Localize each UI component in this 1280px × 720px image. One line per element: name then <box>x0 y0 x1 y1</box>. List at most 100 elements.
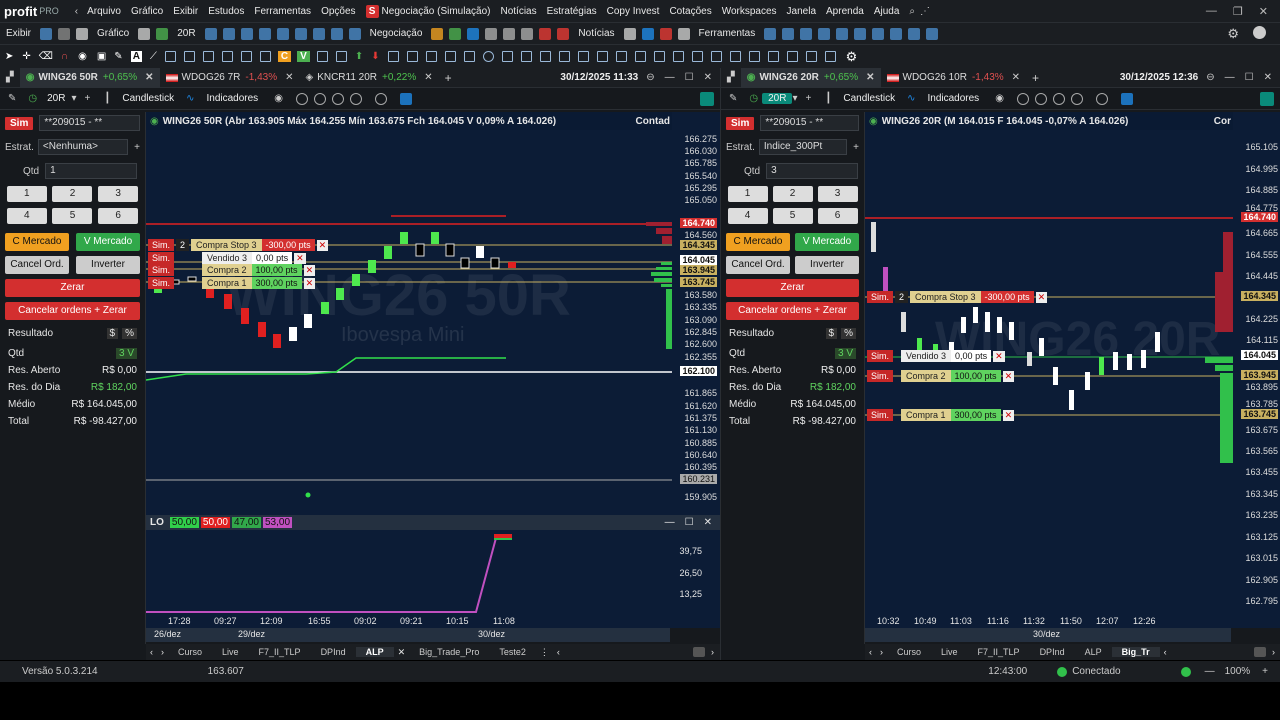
sim-badge[interactable]: Sim <box>726 116 755 130</box>
menu-janela[interactable]: Janela <box>782 6 821 17</box>
menu-ferramentas[interactable]: Ferramentas <box>249 6 316 17</box>
qty-input[interactable]: 3 <box>766 163 859 179</box>
qty-key-4[interactable]: 4 <box>727 208 768 224</box>
close-tab-icon[interactable]: ✕ <box>866 72 874 83</box>
indicators-label[interactable]: Indicadores <box>921 93 985 104</box>
menu-negociacao-simulacao[interactable]: S Negociação (Simulação) <box>361 4 496 18</box>
fib4-icon[interactable] <box>444 51 456 62</box>
account-select[interactable]: **209015 - ** <box>39 115 140 131</box>
panel-menu-icon[interactable]: ⊖ <box>1206 72 1214 83</box>
chart-icon[interactable] <box>138 27 151 40</box>
sell-market-button[interactable]: V Mercado <box>76 233 140 251</box>
order-compra-2[interactable]: Sim. Compra 2 100,00 pts ✕ <box>148 264 316 276</box>
period-chevron-icon[interactable]: ▾ <box>71 93 76 104</box>
menu-ajuda[interactable]: Ajuda <box>869 6 905 17</box>
order-cancel-icon[interactable]: ✕ <box>1035 291 1048 303</box>
order-cancel-icon[interactable]: ✕ <box>303 277 316 289</box>
qty-key-4[interactable]: 4 <box>6 208 47 224</box>
invert-button[interactable]: Inverter <box>76 256 140 274</box>
menu-opcoes[interactable]: Opções <box>316 6 360 17</box>
news-icon[interactable] <box>659 27 672 40</box>
order-cancel-icon[interactable]: ✕ <box>316 239 329 251</box>
bottom-tab-big-trade[interactable]: Big_Tr <box>1111 647 1160 657</box>
pencil-icon[interactable]: ✎ <box>114 51 122 62</box>
tabs-scroll-right-icon[interactable]: › <box>711 647 714 657</box>
table-icon[interactable] <box>521 27 534 40</box>
hlines-icon[interactable] <box>259 51 271 62</box>
chart-type-label[interactable]: Candlestick <box>116 93 180 104</box>
zoom-reset-icon[interactable] <box>331 92 344 105</box>
cycle-icon[interactable] <box>577 51 589 62</box>
panel-close-icon[interactable]: ✕ <box>1264 72 1272 83</box>
history-clock-icon[interactable] <box>1095 92 1108 105</box>
sell-icon[interactable] <box>449 27 462 40</box>
tabs-prev-icon[interactable]: ‹ <box>150 647 153 657</box>
close-tab-icon[interactable]: ✕ <box>285 72 293 83</box>
tabs-more-icon[interactable]: ⋮ <box>540 647 549 658</box>
measure-icon[interactable] <box>596 51 608 62</box>
circle-icon[interactable] <box>482 51 494 62</box>
chart-type-label[interactable]: Candlestick <box>837 93 901 104</box>
negociacao-label[interactable]: Negociação <box>364 28 429 39</box>
tool8-icon[interactable] <box>890 27 903 40</box>
candles-icon[interactable] <box>156 27 169 40</box>
screenshot-icon[interactable] <box>399 92 412 105</box>
bottom-tab-curso[interactable]: Curso <box>887 647 931 657</box>
image-icon[interactable]: ▣ <box>97 51 106 62</box>
close-tab-icon[interactable]: ✕ <box>1012 72 1020 83</box>
zoom-reset-icon[interactable] <box>1052 92 1065 105</box>
order-compra-1[interactable]: Sim. Compra 1 300,00 pts ✕ <box>867 409 1015 421</box>
zoom-in-icon[interactable] <box>204 27 217 40</box>
text-icon[interactable]: A <box>130 51 142 62</box>
order-compra-stop-3[interactable]: Sim. 2 Compra Stop 3 -300,00 pts ✕ <box>148 239 329 251</box>
regression-icon[interactable] <box>615 51 627 62</box>
box-icon[interactable] <box>316 51 328 62</box>
arc-icon[interactable] <box>653 51 665 62</box>
indicators-label[interactable]: Indicadores <box>200 93 264 104</box>
tv-icon[interactable] <box>641 27 654 40</box>
menu-workspaces[interactable]: Workspaces <box>717 6 782 17</box>
trend-icon[interactable] <box>202 51 214 62</box>
right-time-axis[interactable]: 10:32 10:49 11:03 11:16 11:32 11:50 12:0… <box>865 614 1280 628</box>
period-chevron-icon[interactable]: ▾ <box>792 93 797 104</box>
qty-key-3[interactable]: 3 <box>817 186 858 202</box>
screenshot-icon[interactable] <box>1120 92 1133 105</box>
elliott-icon[interactable] <box>748 51 760 62</box>
period-add-icon[interactable]: + <box>85 93 91 104</box>
search-icon[interactable]: ⌕ <box>909 6 915 17</box>
tabs-next-icon[interactable]: › <box>880 647 883 657</box>
order-vendido-3[interactable]: Sim. Vendido 3 0,00 pts ✕ <box>867 350 1005 362</box>
period-add-icon[interactable]: + <box>806 93 812 104</box>
calendar-icon[interactable] <box>677 27 690 40</box>
minimize-icon[interactable]: — <box>1206 5 1217 18</box>
period-select[interactable]: 20R <box>762 93 793 104</box>
ferramentas-label[interactable]: Ferramentas <box>693 28 762 39</box>
tab-wdog26-7r[interactable]: WDOG26 7R -1,43% ✕ <box>160 68 300 88</box>
close-tab-icon[interactable]: ✕ <box>145 72 153 83</box>
bars-icon[interactable] <box>691 51 703 62</box>
qty-key-1[interactable]: 1 <box>727 186 768 202</box>
lo-close-icon[interactable]: ✕ <box>704 517 712 528</box>
panel-menu-icon[interactable]: ⊖ <box>646 72 654 83</box>
share-icon[interactable]: ⋰ <box>920 6 930 17</box>
orders-icon[interactable] <box>467 27 480 40</box>
triangle-icon[interactable] <box>501 51 513 62</box>
panel-min-icon[interactable]: — <box>665 72 675 83</box>
percent-icon[interactable]: % <box>122 328 137 339</box>
tabs-scroll-left-icon[interactable]: ‹ <box>1164 647 1167 657</box>
lo-max-icon[interactable]: ☐ <box>685 517 694 528</box>
qty-key-2[interactable]: 2 <box>52 186 93 202</box>
cancel-all-button[interactable]: Cancelar ordens + Zerar <box>726 302 859 320</box>
eye-icon[interactable]: ◉ <box>78 51 87 62</box>
bottom-tab-f7[interactable]: F7_II_TLP <box>249 647 311 657</box>
edit-icon[interactable]: ✎ <box>729 93 737 104</box>
add-tab-icon[interactable]: + <box>445 71 452 85</box>
candlestick-icon[interactable]: ┃ <box>825 93 831 104</box>
side-panel-icon[interactable] <box>700 91 714 106</box>
arrow-up-icon[interactable]: ⬆ <box>355 51 363 62</box>
visibility-eye-icon[interactable]: ◉ <box>995 93 1004 104</box>
exibir-label[interactable]: Exibir <box>0 28 37 39</box>
percent-icon[interactable]: % <box>841 328 856 339</box>
list-icon[interactable] <box>503 27 516 40</box>
zoom-out-chart-icon[interactable] <box>1034 92 1047 105</box>
